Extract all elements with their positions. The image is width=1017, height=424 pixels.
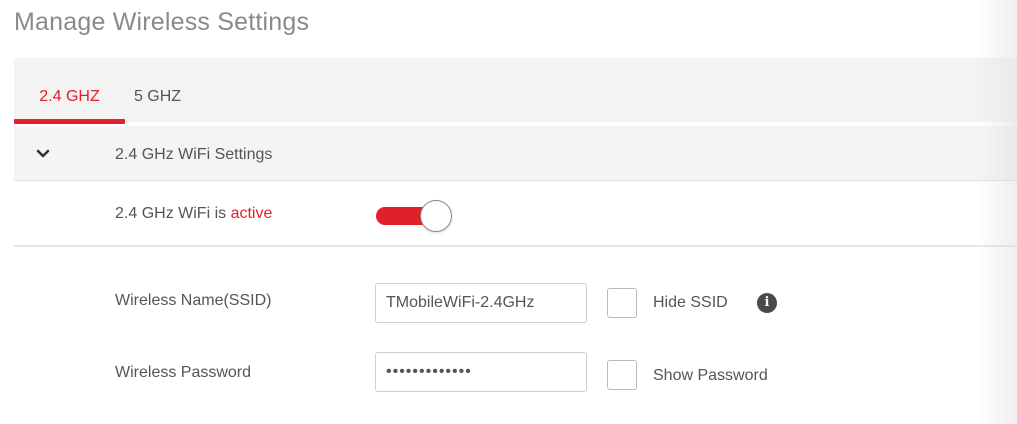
active-tab-indicator — [14, 119, 125, 124]
tab-5-ghz[interactable]: 5 GHZ — [125, 58, 190, 122]
wifi-settings-section-header[interactable]: 2.4 GHz WiFi Settings — [14, 126, 1017, 181]
toggle-knob — [420, 200, 452, 232]
wifi-status-row: 2.4 GHz WiFi is active — [14, 181, 1017, 247]
page-title: Manage Wireless Settings — [14, 8, 310, 36]
show-password-checkbox[interactable] — [607, 360, 637, 390]
tab-2-4-ghz[interactable]: 2.4 GHZ — [14, 58, 125, 124]
tab-label: 5 GHZ — [133, 88, 182, 105]
password-input[interactable] — [375, 352, 587, 392]
tab-label: 2.4 GHZ — [39, 88, 100, 105]
section-title: 2.4 GHz WiFi Settings — [115, 146, 273, 163]
hide-ssid-label[interactable]: Hide SSID — [653, 294, 728, 312]
ssid-input[interactable] — [375, 283, 587, 323]
band-tabs: 2.4 GHZ 5 GHZ — [14, 58, 1017, 124]
wifi-status-text: 2.4 GHz WiFi is active — [115, 181, 272, 247]
ssid-label: Wireless Name(SSID) — [115, 292, 272, 309]
wireless-settings-page: Manage Wireless Settings 2.4 GHZ 5 GHZ 2… — [0, 0, 1017, 424]
password-label: Wireless Password — [115, 364, 252, 381]
chevron-down-icon — [36, 149, 50, 158]
info-icon[interactable]: i — [757, 293, 777, 313]
show-password-label[interactable]: Show Password — [653, 367, 768, 385]
wifi-toggle[interactable] — [376, 200, 456, 232]
status-state: active — [230, 205, 273, 222]
status-prefix: 2.4 GHz WiFi is — [115, 205, 231, 222]
hide-ssid-checkbox[interactable] — [607, 288, 637, 318]
